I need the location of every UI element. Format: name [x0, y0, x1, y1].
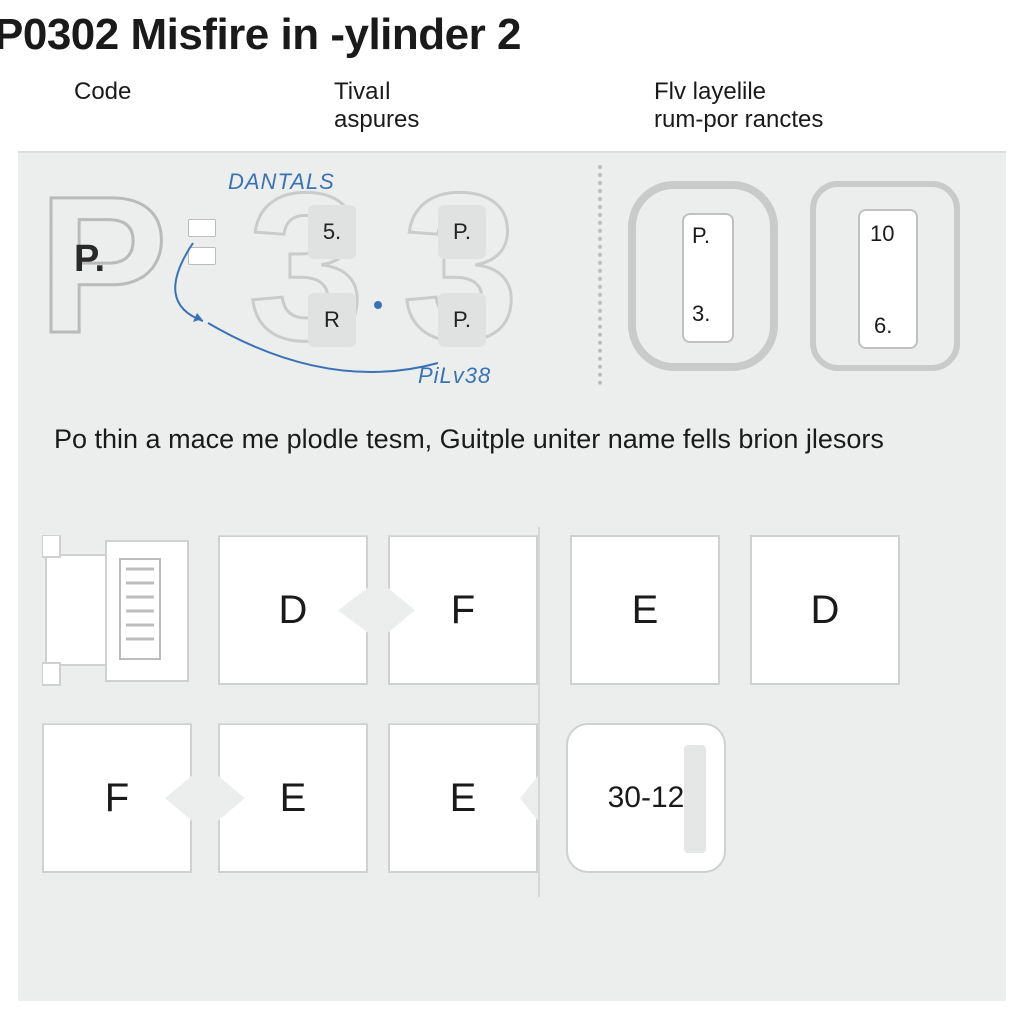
- mini-tile-p-top: P.: [438, 205, 486, 259]
- card-b4-tab: [684, 745, 706, 853]
- page-title: P0302 Misfire in -ylinder 2: [0, 0, 1024, 78]
- small-block-2: [188, 247, 216, 265]
- annotation-dantals: DANTALS: [228, 169, 335, 195]
- mini-tile-r: R: [308, 293, 356, 347]
- header-aspures: Tivaıl aspures: [334, 78, 654, 133]
- mini-tile-p-bot: P.: [438, 293, 486, 347]
- diagram-panel: P P. 3 3 5. R P. P. DANTALS PiLv38 P. 3.…: [18, 151, 1006, 1001]
- header-flv: Flv layelile rum-por ranctes: [654, 78, 974, 133]
- connector-icon: [42, 535, 192, 687]
- header-aspures-line1: Tivaıl: [334, 78, 654, 106]
- header-code: Code: [74, 78, 334, 133]
- card-b4: 30-12: [566, 723, 726, 873]
- card-a3: E: [570, 535, 720, 685]
- header-flv-line2: rum-por ranctes: [654, 106, 974, 134]
- column-headers: Code Tivaıl aspures Flv layelile rum-por…: [0, 78, 1024, 141]
- card-b1: F: [42, 723, 192, 873]
- square-zero-block: 10 6.: [810, 181, 960, 371]
- annotation-pilv38: PiLv38: [418, 363, 491, 389]
- card-b4-label: 30-12: [608, 781, 685, 815]
- header-aspures-line2: aspures: [334, 106, 654, 134]
- small-blocks: [188, 219, 216, 275]
- vertical-dotted-divider: [598, 165, 602, 385]
- square-zero-label-6: 6.: [874, 313, 892, 339]
- big-letter-p: P P.: [38, 183, 168, 349]
- rounded-zero-label-3: 3.: [692, 301, 710, 327]
- card-a2: F: [388, 535, 538, 685]
- square-zero-label-10: 10: [870, 221, 894, 247]
- mini-tile-5: 5.: [308, 205, 356, 259]
- card-a4: D: [750, 535, 900, 685]
- header-flv-line1: Flv layelile: [654, 78, 974, 106]
- card-b2: E: [218, 723, 368, 873]
- description-text: Po thin a mace me plodle tesm, Guitple u…: [54, 421, 966, 457]
- inner-p-label: P.: [74, 243, 105, 275]
- rounded-zero-label-p: P.: [692, 223, 710, 249]
- rounded-zero-block: P. 3.: [628, 181, 778, 371]
- vertical-divider-lower: [538, 527, 540, 897]
- small-block-1: [188, 219, 216, 237]
- card-a1: D: [218, 535, 368, 685]
- card-b3: E: [388, 723, 538, 873]
